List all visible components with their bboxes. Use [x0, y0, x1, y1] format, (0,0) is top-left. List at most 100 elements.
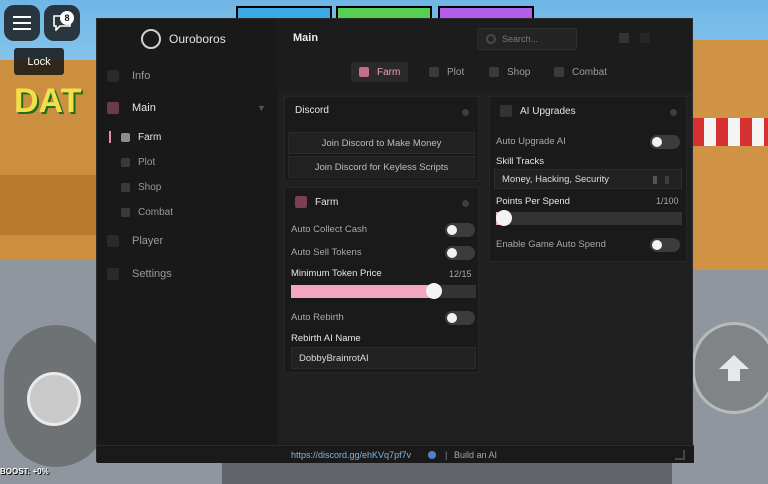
ai-upgrades-card: AI Upgrades Auto Upgrade AI Skill Tracks…: [489, 96, 687, 262]
player-icon: [107, 235, 119, 247]
rebirth-name-input[interactable]: DobbyBrainrotAI: [291, 347, 476, 369]
toggle-knob: [652, 240, 662, 250]
toggle-label: Auto Rebirth: [291, 311, 344, 323]
sidebar-item-main[interactable]: Main ▼: [97, 96, 277, 120]
min-token-price-slider[interactable]: [291, 283, 476, 299]
boost-label: BOOST: +0%: [0, 467, 49, 476]
auto-collect-cash-toggle[interactable]: [445, 223, 475, 237]
toggle-knob: [447, 313, 457, 323]
card-title: Discord: [295, 105, 329, 116]
joystick-thumb[interactable]: [27, 372, 81, 426]
discord-icon: [428, 450, 436, 459]
rebirth-name-row: Rebirth AI Name: [285, 328, 480, 348]
brand: Ouroboros: [141, 29, 226, 49]
slider-thumb[interactable]: [496, 210, 512, 226]
skill-tracks-row: Skill Tracks: [490, 151, 688, 171]
sidebar-item-player[interactable]: Player: [97, 229, 277, 253]
ai-icon: [500, 105, 512, 117]
tab-label: Shop: [507, 66, 531, 78]
info-dot-icon: [462, 109, 469, 116]
tab-farm[interactable]: Farm: [351, 62, 409, 82]
subnav-item-label: Combat: [138, 206, 174, 218]
card-header: Discord: [295, 105, 329, 116]
roblox-menu-button[interactable]: [4, 5, 40, 41]
close-icon[interactable]: [640, 33, 650, 43]
auto-rebirth-toggle[interactable]: [445, 311, 475, 325]
auto-sell-tokens-toggle[interactable]: [445, 246, 475, 260]
sidebar-item-label: Main: [132, 102, 156, 114]
farm-tab-icon: [359, 67, 369, 77]
tab-combat[interactable]: Combat: [554, 62, 607, 82]
search-input[interactable]: [502, 34, 572, 44]
subnav-item-plot[interactable]: Plot: [109, 152, 277, 172]
join-discord-money-button[interactable]: Join Discord to Make Money: [288, 132, 475, 154]
building-sign: DAT: [14, 82, 82, 120]
tab-shop[interactable]: Shop: [489, 62, 530, 82]
tab-plot[interactable]: Plot: [429, 62, 464, 82]
slider-thumb[interactable]: [426, 283, 442, 299]
tab-label: Farm: [377, 66, 401, 78]
toggle-label: Auto Sell Tokens: [291, 246, 362, 258]
card-title: AI Upgrades: [520, 105, 576, 117]
jump-button[interactable]: [692, 322, 768, 414]
search-icon: [486, 34, 496, 44]
sidebar: Ouroboros Info Main ▼ Farm Plot Shop Com…: [97, 19, 277, 445]
farm-icon: [121, 132, 130, 142]
shift-lock-button[interactable]: Lock: [14, 48, 64, 75]
toggle-label: Auto Upgrade AI: [496, 135, 566, 147]
tab-label: Combat: [572, 66, 608, 78]
striped-awning: [692, 118, 768, 146]
sidebar-item-label: Settings: [132, 268, 172, 280]
ouroboros-logo-icon: [141, 29, 161, 49]
sidebar-item-info[interactable]: Info: [97, 64, 277, 88]
info-icon: [107, 70, 119, 82]
subnav-item-farm[interactable]: Farm: [109, 127, 277, 147]
building-left-base: [0, 175, 100, 235]
sidebar-item-label: Info: [132, 70, 151, 82]
sidebar-item-label: Player: [132, 235, 164, 247]
combat-icon: [121, 207, 130, 217]
brand-name: Ouroboros: [169, 32, 226, 46]
plot-tab-icon: [429, 67, 439, 77]
toggle-label: Enable Game Auto Spend: [496, 238, 606, 250]
info-dot-icon: [670, 109, 677, 116]
content-area: Discord Join Discord to Make Money Join …: [279, 91, 692, 443]
tab-label: Plot: [447, 66, 465, 78]
game-name: Build an AI: [454, 449, 498, 460]
shop-tab-icon: [489, 67, 499, 77]
dropdown-label: Skill Tracks: [496, 155, 545, 167]
subnav-item-shop[interactable]: Shop: [109, 177, 277, 197]
card-header: Farm: [295, 196, 338, 208]
building-right: [690, 40, 768, 270]
settings-icon: [107, 268, 119, 280]
sidebar-item-settings[interactable]: Settings: [97, 262, 277, 286]
minimize-icon[interactable]: [619, 33, 629, 43]
skill-tracks-dropdown[interactable]: Money, Hacking, Security: [494, 169, 682, 189]
dropdown-value: Money, Hacking, Security: [502, 173, 610, 185]
join-discord-keyless-button[interactable]: Join Discord for Keyless Scripts: [288, 156, 475, 178]
discord-link[interactable]: https://discord.gg/ehKVq7pf7v: [291, 450, 411, 460]
enable-auto-spend-toggle[interactable]: [650, 238, 680, 252]
farm-card: Farm Auto Collect Cash Auto Sell Tokens …: [284, 187, 479, 373]
info-dot-icon: [462, 200, 469, 207]
script-hub-window: Ouroboros Info Main ▼ Farm Plot Shop Com…: [96, 18, 694, 463]
points-per-spend-slider[interactable]: [496, 210, 682, 226]
subnav-item-combat[interactable]: Combat: [109, 202, 277, 222]
farm-icon: [295, 196, 307, 208]
slider-label: Minimum Token Price: [291, 267, 382, 279]
main-icon: [107, 102, 119, 114]
subnav-item-label: Plot: [138, 156, 156, 168]
search-box[interactable]: [477, 28, 577, 50]
chat-badge: 8: [60, 11, 74, 25]
shop-icon: [121, 182, 130, 192]
slider-label: Points Per Spend: [496, 195, 570, 207]
subnav-item-label: Shop: [138, 181, 162, 193]
resize-handle-icon[interactable]: [675, 449, 685, 460]
arrow-up-icon: [719, 355, 749, 381]
auto-upgrade-ai-toggle[interactable]: [650, 135, 680, 149]
toggle-knob: [652, 137, 662, 147]
combat-tab-icon: [554, 67, 564, 77]
footer-separator: |: [445, 449, 448, 460]
slider-fill: [291, 285, 434, 298]
dropdown-extra-icon: [665, 176, 669, 184]
